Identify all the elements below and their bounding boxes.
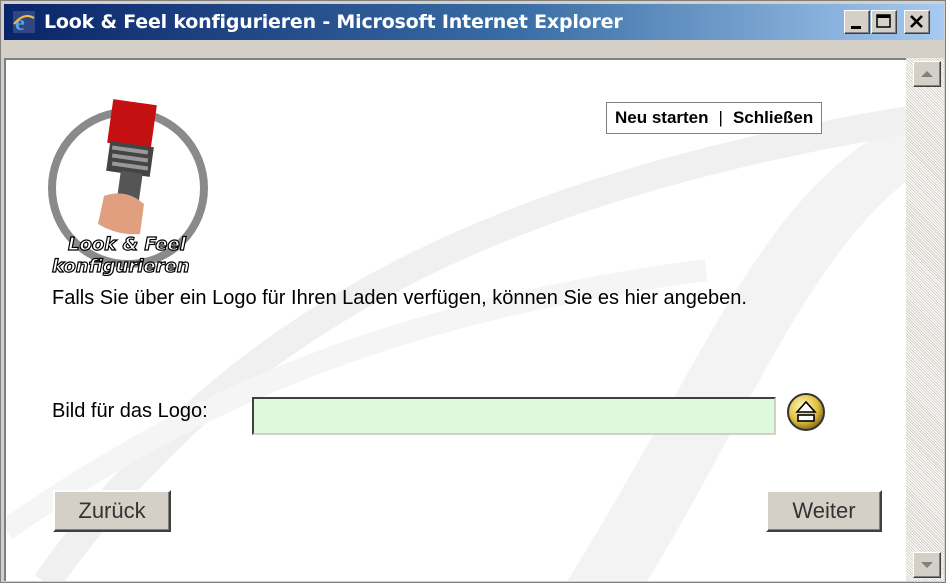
logo-image-input[interactable] xyxy=(252,397,776,435)
back-button[interactable]: Zurück xyxy=(53,490,171,532)
browser-window: e Look & Feel konfigurieren - Microsoft … xyxy=(0,0,946,583)
window-title: Look & Feel konfigurieren - Microsoft In… xyxy=(44,11,623,33)
look-and-feel-logo: Look & Feel konfigurieren xyxy=(48,99,208,276)
maximize-button[interactable] xyxy=(871,10,897,34)
close-button[interactable] xyxy=(904,10,930,34)
chevron-down-icon xyxy=(921,562,933,568)
page-content: Look & Feel konfigurieren Neu starten | … xyxy=(4,58,906,581)
scroll-up-button[interactable] xyxy=(913,61,941,87)
restart-link[interactable]: Neu starten xyxy=(615,108,709,128)
minimize-icon xyxy=(851,26,861,29)
maximize-icon xyxy=(876,14,891,28)
vertical-scrollbar[interactable] xyxy=(906,58,944,581)
chevron-up-icon xyxy=(921,71,933,77)
scroll-down-button[interactable] xyxy=(913,552,941,578)
next-button[interactable]: Weiter xyxy=(766,490,882,532)
logo-field-label: Bild für das Logo: xyxy=(52,400,208,422)
top-links: Neu starten | Schließen xyxy=(606,102,823,134)
logo-text-line1: Look & Feel xyxy=(68,234,187,255)
ie-icon: e xyxy=(13,10,35,34)
logo-text-line2: konfigurieren xyxy=(52,256,190,276)
title-bar[interactable]: e Look & Feel konfigurieren - Microsoft … xyxy=(4,4,944,40)
minimize-button[interactable] xyxy=(844,10,870,34)
paintbrush-icon xyxy=(98,99,157,235)
link-separator: | xyxy=(718,108,723,127)
close-icon xyxy=(910,15,923,28)
intro-text: Falls Sie über ein Logo für Ihren Laden … xyxy=(52,287,747,309)
close-link[interactable]: Schließen xyxy=(733,108,813,128)
upload-button[interactable] xyxy=(786,392,826,432)
